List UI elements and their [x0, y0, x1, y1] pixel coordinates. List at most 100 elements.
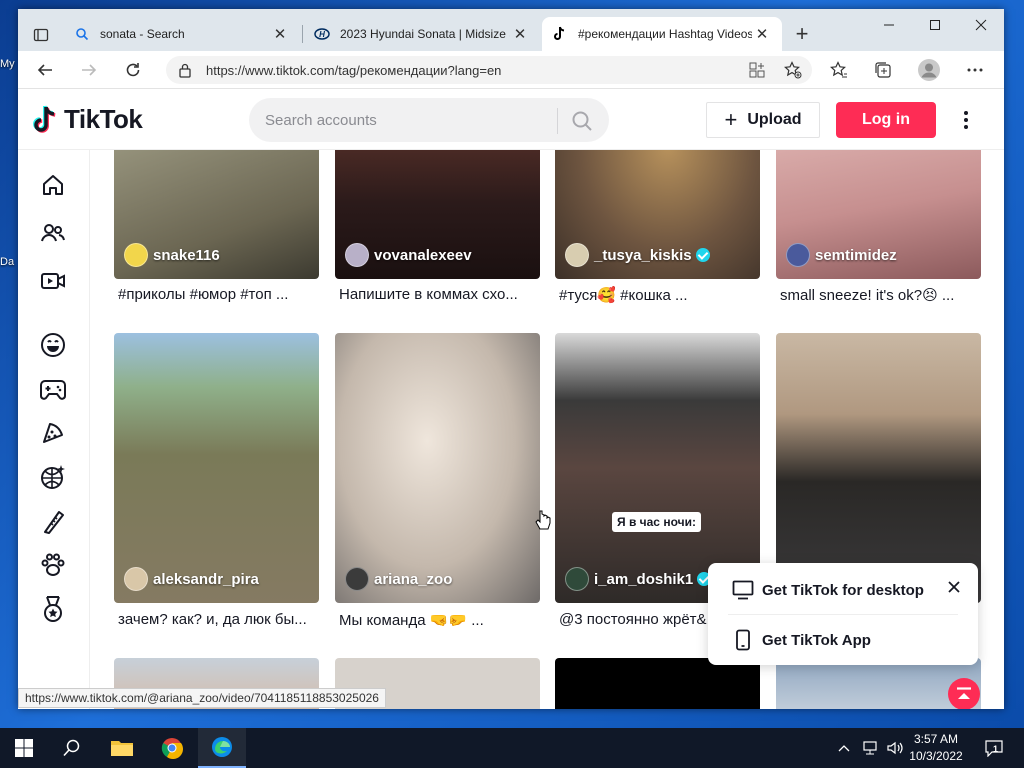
- network-icon[interactable]: [862, 728, 880, 768]
- close-tab-icon[interactable]: ✕: [510, 25, 530, 43]
- video-author[interactable]: snake116: [124, 243, 220, 267]
- login-button[interactable]: Log in: [836, 102, 936, 138]
- avatar: [565, 567, 589, 591]
- scroll-to-top-button[interactable]: [948, 678, 980, 709]
- back-button[interactable]: [30, 55, 60, 85]
- home-icon[interactable]: [38, 170, 68, 200]
- video-author[interactable]: i_am_doshik1: [565, 567, 712, 591]
- tab-search[interactable]: sonata - Search ✕: [64, 17, 300, 51]
- comedy-icon[interactable]: [38, 330, 68, 360]
- close-icon: [975, 19, 987, 31]
- close-popup-button[interactable]: [944, 577, 964, 597]
- file-explorer-button[interactable]: [98, 728, 146, 768]
- favorites-button[interactable]: [826, 57, 852, 83]
- search-input[interactable]: Search accounts: [249, 98, 609, 142]
- close-icon: [948, 581, 960, 593]
- close-tab-icon[interactable]: ✕: [752, 25, 772, 43]
- video-author[interactable]: _tusya_kiskis: [565, 243, 710, 267]
- tiktok-header: TikTok Search accounts + Upload Log in: [18, 90, 1004, 150]
- video-author[interactable]: ariana_zoo: [345, 567, 452, 591]
- food-icon[interactable]: [38, 418, 68, 448]
- video-description[interactable]: #приколы #юмор #топ ...: [118, 286, 318, 303]
- clock-time: 3:57 AM: [913, 732, 959, 746]
- notification-center[interactable]: 1: [984, 728, 1004, 768]
- tab-tiktok[interactable]: #рекомендации Hashtag Videos ✕: [542, 17, 782, 51]
- svg-text:H: H: [319, 30, 325, 39]
- video-author[interactable]: vovanalexeev: [345, 243, 472, 267]
- author-name: aleksandr_pira: [153, 570, 259, 588]
- search-button[interactable]: [48, 728, 96, 768]
- favorites-icon: [830, 61, 847, 78]
- chrome-button[interactable]: [148, 728, 196, 768]
- gaming-icon[interactable]: [38, 374, 68, 404]
- video-author[interactable]: semtimidez: [786, 243, 897, 267]
- windows-logo-icon: [15, 739, 33, 757]
- show-hidden-icons[interactable]: [838, 728, 850, 768]
- side-navigation: [18, 150, 90, 709]
- tab-hyundai[interactable]: H 2023 Hyundai Sonata | Midsize S ✕: [304, 17, 540, 51]
- close-window-button[interactable]: [958, 9, 1004, 41]
- volume-icon[interactable]: [886, 728, 904, 768]
- mouse-cursor-icon: [535, 510, 551, 537]
- plus-icon: +: [724, 107, 738, 132]
- video-description[interactable]: Мы команда 🤜🤛 ...: [339, 611, 539, 629]
- add-favorite-button[interactable]: [780, 57, 806, 83]
- close-tab-icon[interactable]: ✕: [270, 25, 290, 43]
- video-thumbnail[interactable]: [555, 658, 760, 709]
- desktop-icon-label[interactable]: My: [0, 58, 18, 70]
- author-name: semtimidez: [815, 246, 897, 264]
- address-input[interactable]: https://www.tiktok.com/tag/рекомендации?…: [166, 56, 812, 84]
- get-desktop-label: Get TikTok for desktop: [762, 581, 924, 599]
- sports-icon[interactable]: [38, 462, 68, 492]
- edge-icon: [212, 737, 232, 757]
- video-description[interactable]: зачем? как? и, да люк бы...: [118, 611, 318, 628]
- video-thumbnail[interactable]: aleksandr_pira: [114, 333, 319, 603]
- arrow-right-icon: [82, 64, 97, 76]
- minimize-button[interactable]: [866, 9, 912, 41]
- get-desktop-link[interactable]: Get TikTok for desktop: [732, 579, 924, 601]
- get-app-link[interactable]: Get TikTok App: [732, 629, 871, 651]
- author-name: i_am_doshik1: [594, 570, 694, 588]
- collections-button[interactable]: [870, 57, 896, 83]
- refresh-button[interactable]: [118, 55, 148, 85]
- upload-label: Upload: [747, 111, 802, 128]
- tab-title: #рекомендации Hashtag Videos: [578, 27, 752, 41]
- address-bar-row: https://www.tiktok.com/tag/рекомендации?…: [18, 51, 1004, 89]
- desktop-icon: [732, 579, 754, 601]
- following-icon[interactable]: [38, 218, 68, 248]
- app-available-button[interactable]: [744, 57, 770, 83]
- hyundai-logo-icon: H: [314, 26, 330, 42]
- profile-button[interactable]: [916, 57, 942, 83]
- video-description[interactable]: small sneeze! it's ok?😣 ...: [780, 286, 980, 304]
- video-description[interactable]: Напишите в коммах схо...: [339, 286, 539, 303]
- edge-button[interactable]: [198, 728, 246, 768]
- star-add-icon: [784, 61, 802, 79]
- taskbar-clock[interactable]: 3:57 AM 10/3/2022: [906, 731, 966, 765]
- more-menu-button[interactable]: [956, 106, 976, 134]
- tab-title: sonata - Search: [100, 27, 185, 41]
- popup-divider: [728, 614, 958, 615]
- tab-actions-icon: [33, 28, 49, 42]
- video-thumbnail[interactable]: ariana_zoo: [335, 333, 540, 603]
- animals-icon[interactable]: [38, 550, 68, 580]
- video-description[interactable]: #туся🥰 #кошка ...: [559, 286, 759, 304]
- search-icon[interactable]: [571, 110, 593, 136]
- live-icon[interactable]: [38, 266, 68, 296]
- start-button[interactable]: [0, 728, 48, 768]
- beauty-icon[interactable]: [38, 506, 68, 536]
- new-tab-button[interactable]: +: [788, 21, 816, 49]
- medal-icon[interactable]: [38, 594, 68, 624]
- desktop-icon-label[interactable]: Da: [0, 256, 18, 268]
- url-text: https://www.tiktok.com/tag/рекомендации?…: [206, 62, 502, 78]
- clock-date: 10/3/2022: [909, 749, 963, 763]
- tab-separator: [302, 25, 303, 43]
- video-author[interactable]: aleksandr_pira: [124, 567, 259, 591]
- maximize-button[interactable]: [912, 9, 958, 41]
- avatar: [124, 567, 148, 591]
- lock-icon[interactable]: [178, 62, 192, 81]
- upload-button[interactable]: + Upload: [706, 102, 820, 138]
- tab-actions-button[interactable]: [24, 18, 58, 52]
- forward-button[interactable]: [74, 55, 104, 85]
- tiktok-logo[interactable]: TikTok: [32, 104, 143, 135]
- settings-menu-button[interactable]: [962, 57, 988, 83]
